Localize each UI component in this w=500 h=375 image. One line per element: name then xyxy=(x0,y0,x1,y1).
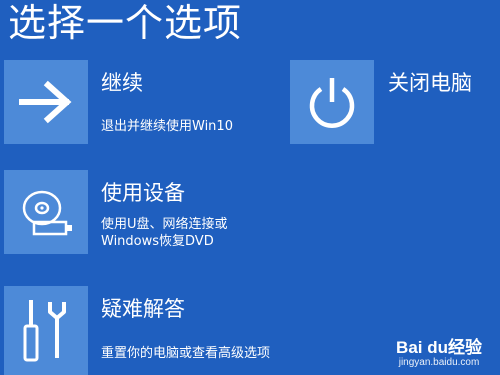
watermark-logo: Bai du经验 xyxy=(396,338,482,357)
use-device-description-line-1: 使用U盘、网络连接或 xyxy=(101,217,228,232)
shutdown-title[interactable]: 关闭电脑 xyxy=(388,70,472,96)
power-icon xyxy=(309,78,355,128)
troubleshoot-title[interactable]: 疑难解答 xyxy=(101,296,185,322)
disk-drive-icon xyxy=(22,190,72,236)
use-device-title[interactable]: 使用设备 xyxy=(101,180,185,206)
continue-description: 退出并继续使用Win10 xyxy=(101,119,233,134)
troubleshoot-tile[interactable] xyxy=(4,286,88,375)
continue-title[interactable]: 继续 xyxy=(101,70,143,96)
page-title: 选择一个选项 xyxy=(8,1,243,45)
troubleshoot-description: 重置你的电脑或查看高级选项 xyxy=(101,346,271,361)
shutdown-tile[interactable] xyxy=(290,60,374,144)
baidu-jingyan-watermark: Bai du经验 jingyan.baidu.com xyxy=(396,338,482,369)
use-device-tile[interactable] xyxy=(4,170,88,254)
continue-tile[interactable] xyxy=(4,60,88,144)
tools-icon xyxy=(23,299,66,361)
use-device-description: 使用U盘、网络连接或 Windows恢复DVD xyxy=(101,216,228,250)
arrow-right-icon xyxy=(19,80,72,124)
use-device-description-line-2: Windows恢复DVD xyxy=(101,234,214,249)
watermark-url: jingyan.baidu.com xyxy=(398,357,480,368)
